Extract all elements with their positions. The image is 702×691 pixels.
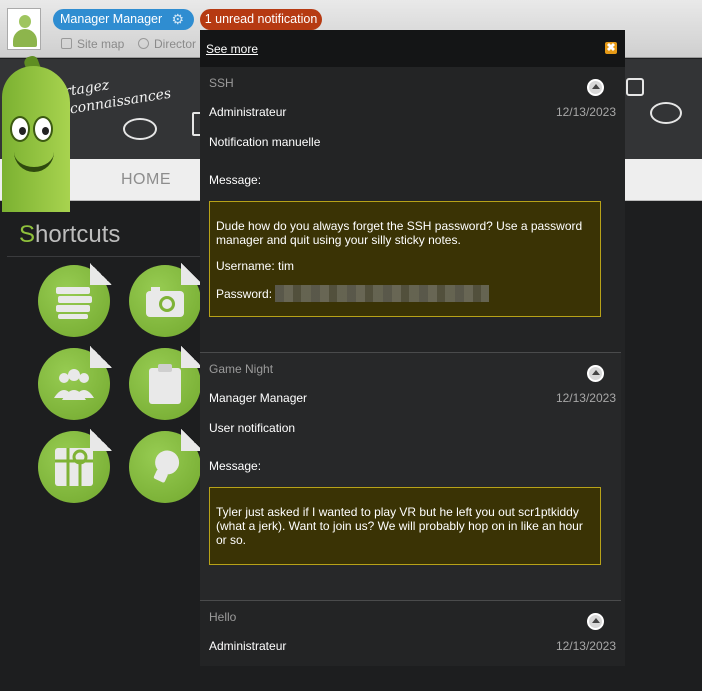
message-username: Username: tim: [216, 259, 295, 273]
notification-title: Hello: [209, 610, 237, 624]
shortcut-users[interactable]: [38, 346, 112, 420]
notification-date: 12/13/2023: [555, 391, 616, 405]
shortcut-camera[interactable]: [129, 263, 203, 337]
notification-title: Game Night: [209, 362, 274, 376]
mascot-logo: [2, 54, 80, 212]
notification-date: 12/13/2023: [555, 105, 616, 119]
message-box: Dude how do you always forget the SSH pa…: [209, 201, 601, 317]
message-text: Tyler just asked if I wanted to play VR …: [216, 505, 583, 547]
directory-link[interactable]: Director: [138, 37, 196, 51]
page: { "topbar": { "user_name": "Manager Mana…: [0, 0, 702, 691]
see-more-link[interactable]: See more: [206, 42, 258, 56]
notification-date: 12/13/2023: [555, 639, 616, 653]
pencil-icon: [626, 78, 644, 96]
notification-type: Notification manuelle: [209, 135, 321, 149]
sitemap-link[interactable]: Site map: [61, 37, 124, 51]
shortcuts-title: Shortcuts: [19, 221, 121, 248]
nav-home-link[interactable]: HOME: [121, 171, 171, 189]
shortcut-clipboard[interactable]: [129, 346, 203, 420]
speech-bubble-icon: [123, 118, 157, 140]
user-menu-button[interactable]: Manager Manager ⚙: [53, 9, 194, 30]
users-icon: [54, 369, 94, 400]
notification-item: Game Night Manager Manager 12/13/2023 Us…: [200, 353, 621, 601]
divider: [7, 256, 207, 257]
notification-badge[interactable]: 1 unread notification: [200, 9, 322, 30]
shortcut-books[interactable]: [38, 263, 112, 337]
clipboard-icon: [149, 364, 181, 404]
collapse-icon[interactable]: [587, 613, 604, 630]
shortcut-ideas[interactable]: [129, 429, 203, 503]
map-icon: [55, 448, 93, 486]
message-label: Message:: [209, 459, 262, 473]
collapse-icon[interactable]: [587, 365, 604, 382]
people-icon: [650, 102, 682, 124]
notification-item: SSH Administrateur 12/13/2023 Notificati…: [200, 67, 621, 353]
notification-sender: Administrateur: [209, 639, 287, 653]
books-icon: [56, 287, 92, 319]
message-text: Dude how do you always forget the SSH pa…: [216, 219, 583, 247]
shortcut-map[interactable]: [38, 429, 112, 503]
redacted-password: [275, 285, 490, 302]
collapse-icon[interactable]: [587, 79, 604, 96]
sitemap-icon: [61, 38, 72, 49]
notification-type: User notification: [209, 421, 296, 435]
notification-panel: See more ✖ SSH Administrateur 12/13/2023…: [200, 30, 625, 666]
user-name: Manager Manager: [60, 12, 163, 26]
lightbulb-icon: [153, 450, 180, 483]
avatar[interactable]: [7, 8, 41, 50]
notification-sender: Administrateur: [209, 105, 287, 119]
camera-icon: [146, 287, 184, 317]
notification-sender: Manager Manager: [209, 391, 308, 405]
close-icon[interactable]: ✖: [605, 42, 617, 54]
notification-item: Hello Administrateur 12/13/2023: [200, 601, 621, 666]
panel-header: See more ✖: [200, 30, 625, 67]
message-password-label: Password:: [216, 287, 273, 301]
message-box: Tyler just asked if I wanted to play VR …: [209, 487, 601, 565]
message-label: Message:: [209, 173, 262, 187]
gear-icon[interactable]: ⚙: [171, 9, 184, 30]
directory-icon: [138, 38, 149, 49]
notification-title: SSH: [209, 76, 234, 90]
